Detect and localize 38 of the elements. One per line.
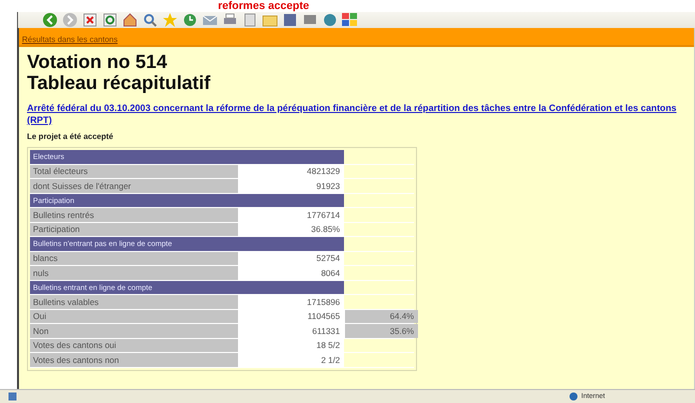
row-value: 1776714	[238, 208, 344, 222]
row-value: 1104565	[238, 310, 344, 323]
row-value: 52754	[238, 252, 344, 265]
row-label: Non	[30, 324, 238, 338]
search-icon[interactable]	[142, 12, 158, 28]
star-icon[interactable]	[162, 12, 178, 28]
page-icon	[8, 392, 17, 401]
row-percent: 64.4%	[344, 310, 418, 323]
page-title: Votation no 514	[27, 52, 168, 73]
row-label: Bulletins valables	[30, 295, 238, 308]
row-label: Total électeurs	[30, 164, 238, 178]
row-value: 18 5/2	[238, 338, 344, 352]
row-label: nuls	[30, 266, 238, 280]
row-label: Votes des cantons non	[30, 353, 238, 366]
windows-logo-icon	[342, 13, 358, 27]
banner-title: reformes accepte	[218, 0, 310, 12]
close-icon[interactable]	[82, 12, 98, 28]
outcome-text: Le projet a été accepté	[27, 132, 114, 141]
row-value: 611331	[238, 324, 344, 338]
clock-icon[interactable]	[182, 12, 198, 28]
row-value: 1715896	[238, 295, 344, 308]
row-label: blancs	[30, 252, 238, 265]
forward-icon[interactable]	[62, 12, 78, 28]
row-value: 91923	[238, 179, 344, 192]
page-subtitle: Tableau récapitulatif	[27, 73, 212, 94]
row-value: 8064	[238, 266, 344, 280]
subject-link[interactable]: Arrêté fédéral du 03.10.2003 concernant la réforme de la péréquation financière et de la répartition des tâches entre la Confédération et les cantons (RPT)	[27, 102, 677, 126]
results-link[interactable]: Résultats dans les cantons	[22, 35, 118, 45]
row-label: Bulletins rentrés	[30, 208, 238, 222]
row-label: Participation	[30, 222, 238, 236]
back-icon[interactable]	[42, 12, 58, 28]
row-label: dont Suisses de l'étranger	[30, 179, 238, 192]
row-value: 2 1/2	[238, 353, 344, 366]
row-value: 36.85%	[238, 222, 344, 236]
row-label: Votes des cantons oui	[30, 338, 238, 352]
row-percent: 35.6%	[344, 324, 418, 338]
row-value: 4821329	[238, 164, 344, 178]
row-label: Oui	[30, 310, 238, 323]
